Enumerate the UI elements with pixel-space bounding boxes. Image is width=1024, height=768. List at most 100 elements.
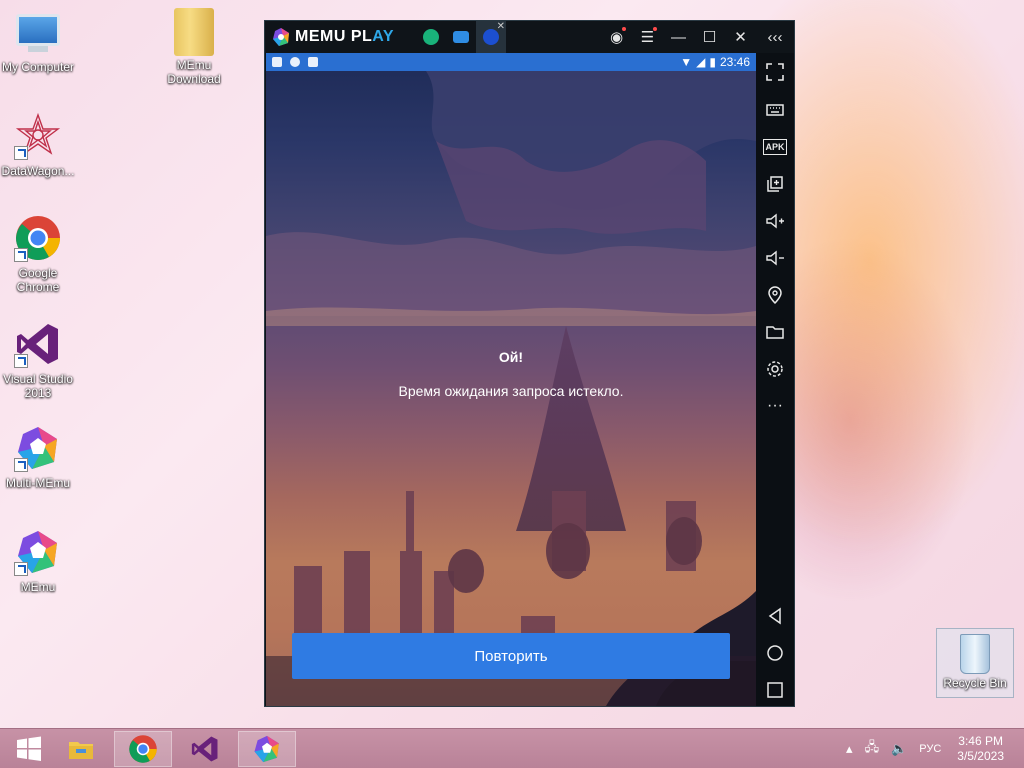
recycle-bin-icon [960, 634, 990, 674]
android-recents-button[interactable] [756, 675, 794, 705]
desktop-icon-label: My Computer [1, 60, 75, 74]
android-status-bar: ▼ ◢ ▮ 23:46 [266, 53, 756, 71]
minimize-button[interactable]: — [663, 21, 694, 53]
memu-sidebar: APK ··· [756, 53, 794, 706]
account-button[interactable]: ◉ [601, 21, 632, 53]
shortcut-arrow-icon [14, 354, 28, 368]
tab-files[interactable] [446, 21, 476, 53]
menu-icon: ☰ [640, 29, 655, 46]
memu-icon [14, 528, 62, 576]
datawagon-icon [14, 112, 62, 160]
close-tab-icon[interactable]: ✕ [497, 21, 505, 32]
android-home-button[interactable] [756, 638, 794, 668]
fullscreen-button[interactable] [756, 57, 794, 87]
desktop-icon-label: DataWagon... [1, 164, 75, 178]
desktop-icon-google-chrome[interactable]: Google Chrome [0, 214, 80, 294]
desktop-icon-datawagon[interactable]: DataWagon... [0, 112, 80, 178]
show-hidden-icons-button[interactable]: ▴ [846, 741, 853, 757]
shortcut-arrow-icon [14, 146, 28, 160]
apk-icon: APK [763, 139, 787, 155]
start-button[interactable] [0, 731, 58, 767]
notification-dot [653, 27, 657, 31]
chrome-icon [14, 214, 62, 262]
computer-icon [14, 8, 62, 56]
account-icon: ◉ [609, 29, 624, 46]
recents-icon [767, 682, 783, 698]
desktop-icon-label: Multi-MEmu [5, 476, 70, 490]
more-button[interactable]: ··· [756, 391, 794, 421]
wifi-icon: ▼ [680, 55, 693, 69]
close-icon: ✕ [734, 29, 747, 46]
memu-window: MEMU PL AY ✕ ◉ ☰ — ☐ ✕ ‹‹‹ ▼ ◢ ▮ 23:46 О… [264, 20, 795, 707]
apk-button[interactable]: APK [756, 132, 794, 162]
back-icon [768, 607, 781, 625]
more-icon: ··· [767, 397, 783, 414]
maximize-icon: ☐ [702, 29, 717, 46]
settings-icon [767, 361, 783, 377]
desktop-icon-memu[interactable]: MEmu [0, 528, 80, 594]
volume-icon[interactable]: 🔈 [891, 741, 907, 757]
desktop-icon-multi-memu[interactable]: Multi-MEmu [0, 424, 80, 490]
shortcut-arrow-icon [14, 248, 28, 262]
multi-window-button[interactable] [756, 169, 794, 199]
desktop-icon-recycle-bin[interactable]: Recycle Bin [936, 628, 1014, 698]
desktop-icon-label: MEmu Download [167, 58, 221, 86]
sync-icon [290, 57, 300, 67]
location-icon [768, 286, 782, 305]
memu-tabs: ✕ [416, 21, 507, 53]
close-button[interactable]: ✕ [725, 21, 756, 53]
desktop-icon-my-computer[interactable]: My Computer [0, 8, 80, 74]
memu-titlebar[interactable]: MEMU PL AY ✕ ◉ ☰ — ☐ ✕ ‹‹‹ [265, 21, 794, 53]
fullscreen-icon [766, 63, 784, 81]
shortcut-arrow-icon [14, 458, 28, 472]
location-button[interactable] [756, 280, 794, 310]
taskbar-visual-studio[interactable] [176, 731, 234, 767]
file-explorer-icon [69, 742, 93, 759]
language-indicator[interactable]: РУС [919, 743, 941, 755]
taskbar: ▴ 🖧 🔈 РУС 3:46 PM 3/5/2023 [0, 728, 1024, 768]
desktop-icon-visual-studio[interactable]: Visual Studio 2013 [0, 320, 80, 400]
multi-memu-icon [14, 424, 62, 472]
network-icon[interactable]: 🖧 [865, 738, 880, 760]
folder-icon [766, 326, 784, 339]
collapse-sidebar-button[interactable]: ‹‹‹ [756, 21, 794, 53]
taskbar-chrome[interactable] [114, 731, 172, 767]
desktop-icon-label: MEmu [20, 580, 56, 594]
signal-icon: ◢ [696, 55, 706, 69]
collapse-sidebar-icon: ‹‹‹ [767, 28, 783, 46]
desktop-icon-label: Recycle Bin [943, 676, 1007, 690]
maximize-button[interactable]: ☐ [694, 21, 725, 53]
taskbar-memu[interactable] [238, 731, 296, 767]
keyboard-button[interactable] [756, 95, 794, 125]
desktop-icon-label: Google Chrome [16, 266, 60, 294]
settings-button[interactable] [756, 354, 794, 384]
visual-studio-icon [14, 320, 62, 368]
volume-down-button[interactable] [756, 243, 794, 273]
retry-button[interactable]: Повторить [292, 633, 730, 679]
clock-date: 3/5/2023 [957, 749, 1004, 763]
folder-button[interactable] [756, 317, 794, 347]
system-tray: ▴ 🖧 🔈 РУС 3:46 PM 3/5/2023 [840, 729, 1024, 768]
notification-dot [622, 27, 626, 31]
tab-app[interactable] [416, 21, 446, 53]
folder-icon [170, 6, 218, 56]
menu-button[interactable]: ☰ [632, 21, 663, 53]
memu-logo-accent: AY [372, 28, 395, 45]
volume-up-icon [766, 213, 784, 229]
memu-logo: MEMU PL AY [271, 27, 394, 47]
multi-window-icon [767, 176, 783, 192]
android-back-button[interactable] [756, 601, 794, 631]
battery-icon: ▮ [709, 55, 716, 69]
shortcut-arrow-icon [14, 562, 28, 576]
tab-memu[interactable]: ✕ [476, 21, 507, 53]
taskbar-file-explorer[interactable] [52, 731, 110, 767]
a-icon [308, 57, 318, 67]
volume-up-button[interactable] [756, 206, 794, 236]
visual-studio-icon [191, 736, 218, 762]
desktop-icon-memu-download[interactable]: MEmu Download [152, 6, 236, 86]
memu-icon [254, 735, 279, 763]
dialog-message: Время ожидания запроса истекло. [398, 383, 624, 399]
dialog-title: Ой! [498, 349, 524, 365]
desktop-icon-label: Visual Studio 2013 [3, 372, 73, 400]
taskbar-clock[interactable]: 3:46 PM 3/5/2023 [957, 734, 1004, 764]
